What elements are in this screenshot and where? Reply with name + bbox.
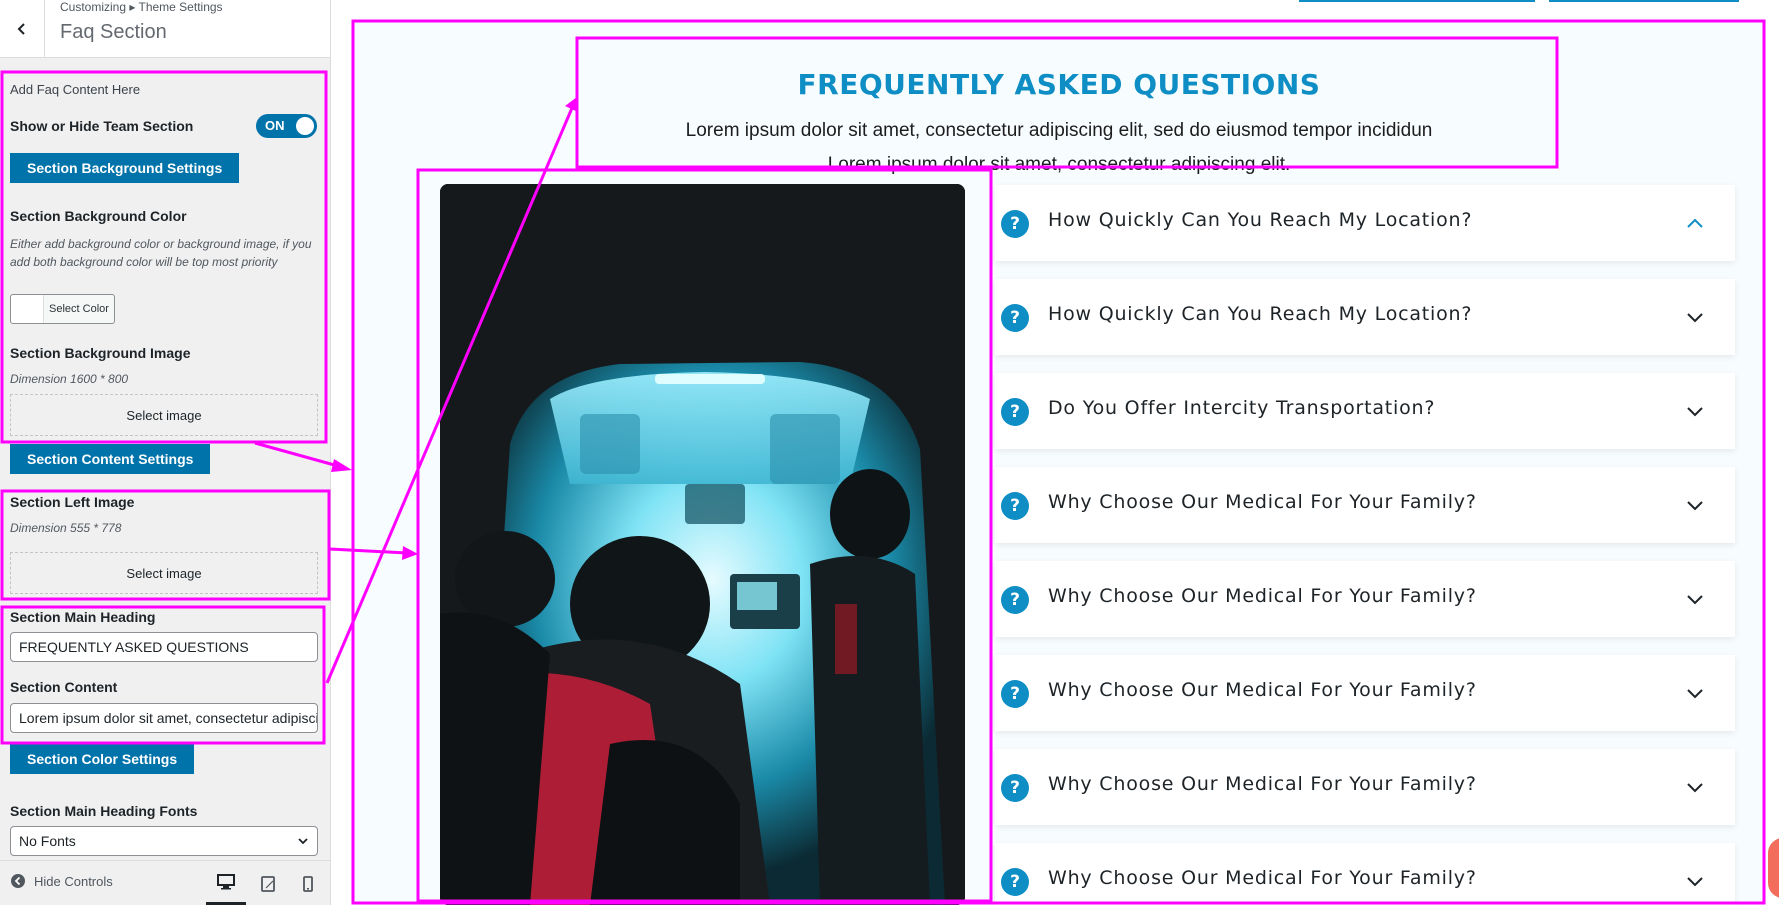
chevron-down-icon [298,838,308,845]
faq-item[interactable]: ? How Quickly Can You Reach My Location? [995,279,1735,355]
bg-color-hint: Either add background color or backgroun… [10,237,312,269]
intro-text: Add Faq Content Here [10,82,141,97]
question-icon: ? [1001,210,1029,238]
bg-image-label: Section Background Image [10,345,191,361]
faq-item[interactable]: ? Why Choose Our Medical For Your Family… [995,655,1735,731]
chevron-down-icon [1687,689,1703,699]
select-color-button[interactable]: Select Color [10,294,115,324]
header-button-2[interactable] [1549,0,1739,2]
faq-question: How Quickly Can You Reach My Location? [1048,209,1473,231]
bg-color-label: Section Background Color [10,208,187,224]
question-icon: ? [1001,868,1029,896]
question-icon: ? [1001,586,1029,614]
faq-left-image [440,184,965,905]
heading-fonts-label: Section Main Heading Fonts [10,803,198,819]
device-desktop-button[interactable] [206,861,246,905]
faq-content-line-2: Lorem ipsum dolor sit amet, consectetur … [827,154,1291,175]
faq-heading: FREQUENTLY ASKED QUESTIONS [797,68,1321,101]
color-settings-button[interactable]: Section Color Settings [10,744,195,774]
content-settings-button[interactable]: Section Content Settings [10,444,211,474]
chevron-down-icon [1687,407,1703,417]
floating-action-button[interactable] [1768,838,1779,898]
faq-content: Lorem ipsum dolor sit amet, consectetur … [352,114,1766,182]
faq-question: How Quickly Can You Reach My Location? [1048,303,1473,325]
faq-item[interactable]: ? How Quickly Can You Reach My Location? [995,185,1735,261]
faq-question: Do You Offer Intercity Transportation? [1048,397,1436,419]
question-icon: ? [1001,774,1029,802]
bg-image-dimension: Dimension 1600 * 800 [10,372,129,386]
bg-select-image-button[interactable]: Select image [10,394,318,436]
chevron-down-icon [1687,501,1703,511]
color-swatch [11,295,44,323]
bg-settings-button[interactable]: Section Background Settings [10,153,240,183]
customizer-header: Customizing ▸ Theme Settings Faq Section [0,0,330,58]
toggle-state: ON [265,118,285,133]
hide-controls-button[interactable]: Hide Controls [10,873,113,889]
chevron-down-icon [1687,313,1703,323]
faq-content-line-1: Lorem ipsum dolor sit amet, consectetur … [685,120,1433,141]
collapse-icon [11,874,25,888]
section-title: Faq Section [60,21,167,43]
tablet-icon [261,875,275,892]
left-select-image-button[interactable]: Select image [10,552,318,594]
hide-controls-label: Hide Controls [34,873,113,889]
toggle-knob [296,117,314,135]
faq-question: Why Choose Our Medical For Your Family? [1048,773,1477,795]
device-mobile-button[interactable] [288,861,328,905]
breadcrumb: Customizing ▸ Theme Settings [60,0,223,14]
chevron-down-icon [1687,877,1703,887]
back-button[interactable] [0,0,45,58]
question-icon: ? [1001,398,1029,426]
faq-question: Why Choose Our Medical For Your Family? [1048,491,1477,513]
select-color-label: Select Color [49,303,109,315]
content-input[interactable]: Lorem ipsum dolor sit amet, consectetur … [10,703,318,733]
chevron-down-icon [1687,783,1703,793]
header-button-1[interactable] [1299,0,1535,2]
customizer-footer: Hide Controls [0,860,330,905]
device-tablet-button[interactable] [248,861,288,905]
show-hide-toggle[interactable]: ON [256,114,317,138]
left-image-label: Section Left Image [10,494,135,510]
faq-item[interactable]: ? Why Choose Our Medical For Your Family… [995,561,1735,637]
chevron-left-icon [17,23,25,35]
chevron-down-icon [1687,595,1703,605]
main-heading-input[interactable]: FREQUENTLY ASKED QUESTIONS [10,632,318,662]
customizer-sidebar: Customizing ▸ Theme Settings Faq Section… [0,0,331,905]
faq-item[interactable]: ? Why Choose Our Medical For Your Family… [995,749,1735,825]
question-icon: ? [1001,680,1029,708]
faq-question: Why Choose Our Medical For Your Family? [1048,585,1477,607]
content-label: Section Content [10,679,118,695]
heading-fonts-select[interactable]: No Fonts [10,826,318,856]
faq-question: Why Choose Our Medical For Your Family? [1048,867,1477,889]
main-heading-label: Section Main Heading [10,609,156,625]
question-icon: ? [1001,492,1029,520]
faq-item[interactable]: ? Why Choose Our Medical For Your Family… [995,467,1735,543]
heading-fonts-value: No Fonts [19,833,76,849]
chevron-up-icon [1687,218,1703,228]
faq-question: Why Choose Our Medical For Your Family? [1048,679,1477,701]
ambulance-photo [440,184,965,905]
desktop-icon [217,873,235,889]
question-icon: ? [1001,304,1029,332]
faq-item[interactable]: ? Why Choose Our Medical For Your Family… [995,843,1735,905]
mobile-icon [303,875,313,892]
faq-item[interactable]: ? Do You Offer Intercity Transportation? [995,373,1735,449]
show-hide-label: Show or Hide Team Section [10,118,194,134]
left-image-dimension: Dimension 555 * 778 [10,521,122,535]
